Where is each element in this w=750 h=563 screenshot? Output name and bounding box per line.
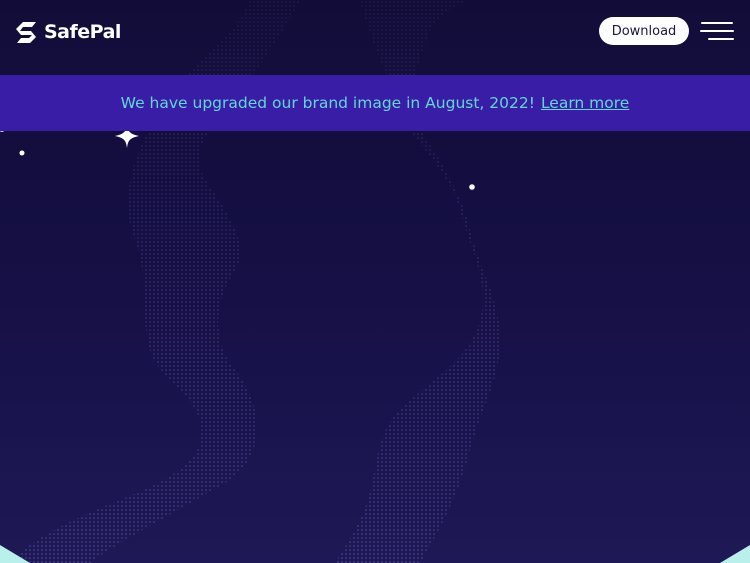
site-header: SafePal Download [0, 0, 750, 76]
menu-line [708, 38, 734, 40]
announcement-banner: We have upgraded our brand image in Augu… [0, 75, 750, 131]
download-button[interactable]: Download [599, 17, 689, 45]
brand-name: SafePal [44, 21, 121, 43]
page: SafePal Download We have upgraded our br… [0, 0, 750, 563]
banner-message: We have upgraded our brand image in Augu… [120, 94, 535, 112]
menu-line [700, 30, 734, 32]
brand-logo[interactable]: SafePal [14, 19, 121, 45]
corner-right [720, 545, 750, 563]
hamburger-menu-icon[interactable] [700, 20, 736, 42]
safepal-logo-icon [16, 21, 36, 43]
star-dot [469, 184, 475, 190]
learn-more-link[interactable]: Learn more [541, 94, 629, 112]
star-dot [19, 150, 25, 156]
menu-line [701, 22, 733, 24]
